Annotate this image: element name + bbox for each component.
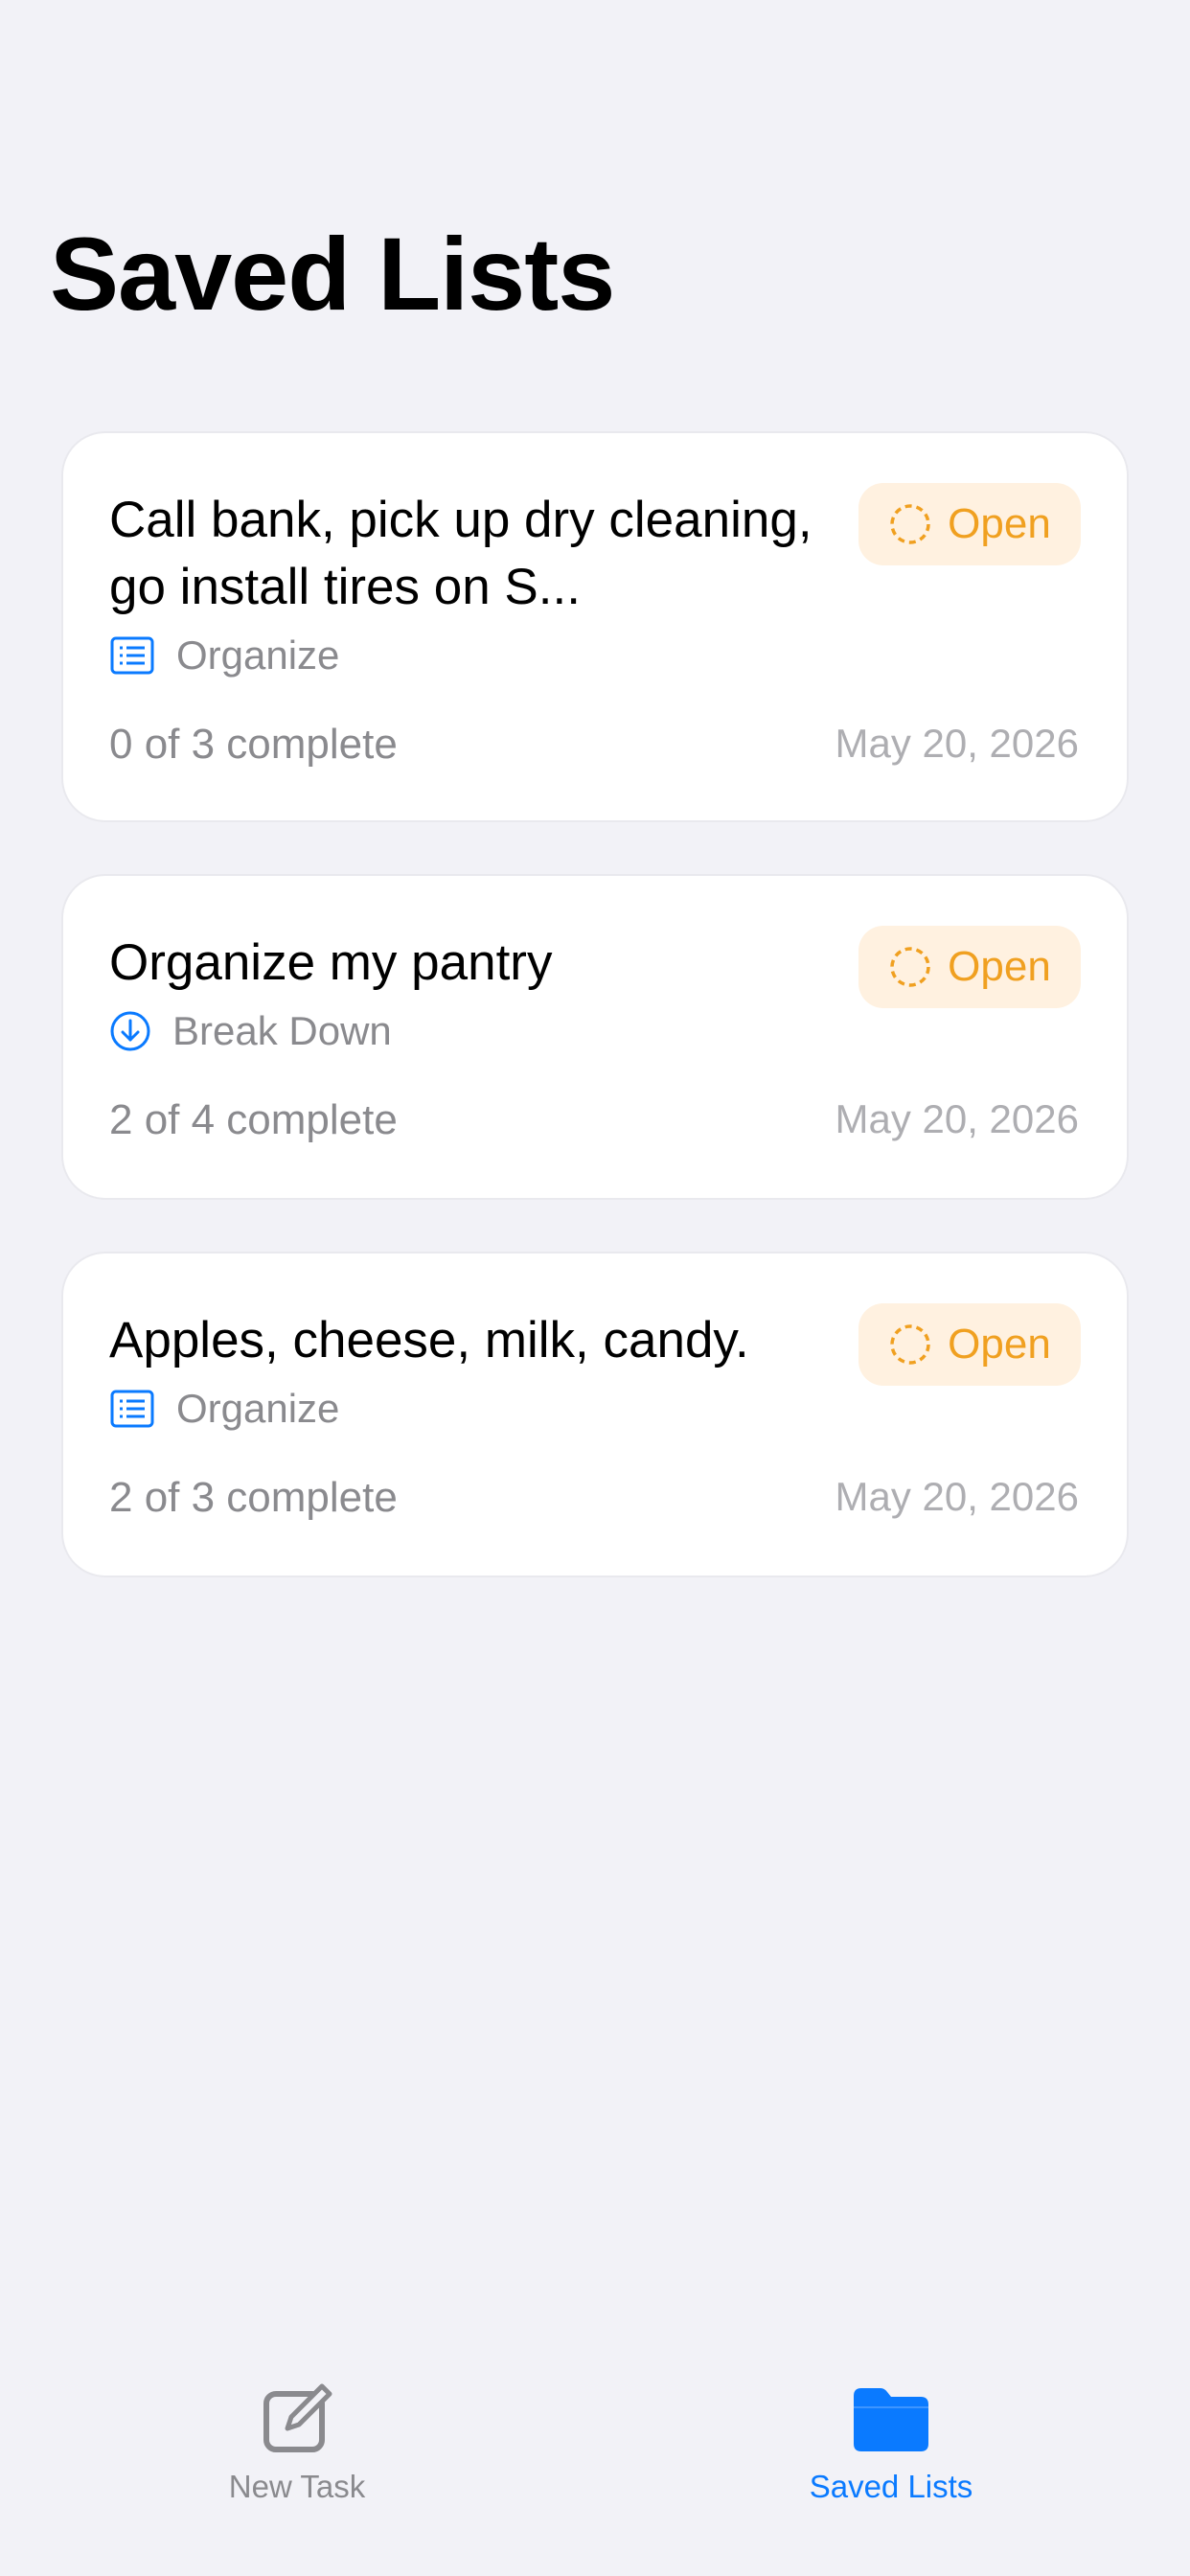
category-label: Organize — [176, 1386, 340, 1431]
list-title: Organize my pantry — [109, 934, 553, 991]
status-badge[interactable]: Open — [858, 926, 1081, 1008]
saved-list-card[interactable]: Call bank, pick up dry cleaning, go inst… — [61, 431, 1129, 822]
tab-new-task[interactable]: New Task — [153, 2380, 441, 2505]
category-label: Organize — [176, 632, 340, 678]
tab-label: New Task — [228, 2469, 366, 2504]
category-row: Organize — [109, 632, 339, 678]
category-label: Break Down — [172, 1008, 392, 1053]
date-text: May 20, 2026 — [835, 1474, 1079, 1519]
status-badge[interactable]: Open — [858, 1303, 1081, 1386]
date-text: May 20, 2026 — [835, 1096, 1079, 1141]
arrow-down-circle-icon — [110, 1011, 150, 1051]
saved-list-card[interactable]: Apples, cheese, milk, candy. Open Organi… — [61, 1252, 1129, 1577]
status-label: Open — [948, 1321, 1051, 1368]
progress-text: 0 of 3 complete — [109, 721, 398, 768]
date-text: May 20, 2026 — [835, 721, 1079, 766]
dashed-circle-icon — [890, 1324, 930, 1365]
tab-label: Saved Lists — [809, 2469, 973, 2504]
tab-bar: New Task Saved Lists — [0, 2344, 1190, 2576]
category-row: Organize — [109, 1386, 339, 1432]
progress-text: 2 of 4 complete — [109, 1096, 398, 1143]
dashed-circle-icon — [890, 947, 930, 987]
page-title: Saved Lists — [50, 216, 615, 332]
progress-text: 2 of 3 complete — [109, 1474, 398, 1521]
category-row: Break Down — [109, 1008, 392, 1054]
list-icon — [110, 1390, 154, 1428]
dashed-circle-icon — [890, 504, 930, 544]
saved-list-card[interactable]: Organize my pantry Open Break Down 2 of … — [61, 874, 1129, 1200]
list-title: Apples, cheese, milk, candy. — [109, 1312, 749, 1368]
status-badge[interactable]: Open — [858, 483, 1081, 565]
status-label: Open — [948, 500, 1051, 547]
list-title: Call bank, pick up dry cleaning, go inst… — [109, 492, 812, 615]
tab-saved-lists[interactable]: Saved Lists — [747, 2380, 1035, 2505]
folder-icon — [854, 2388, 928, 2451]
list-icon — [110, 636, 154, 675]
compose-icon — [263, 2383, 332, 2452]
status-label: Open — [948, 943, 1051, 990]
